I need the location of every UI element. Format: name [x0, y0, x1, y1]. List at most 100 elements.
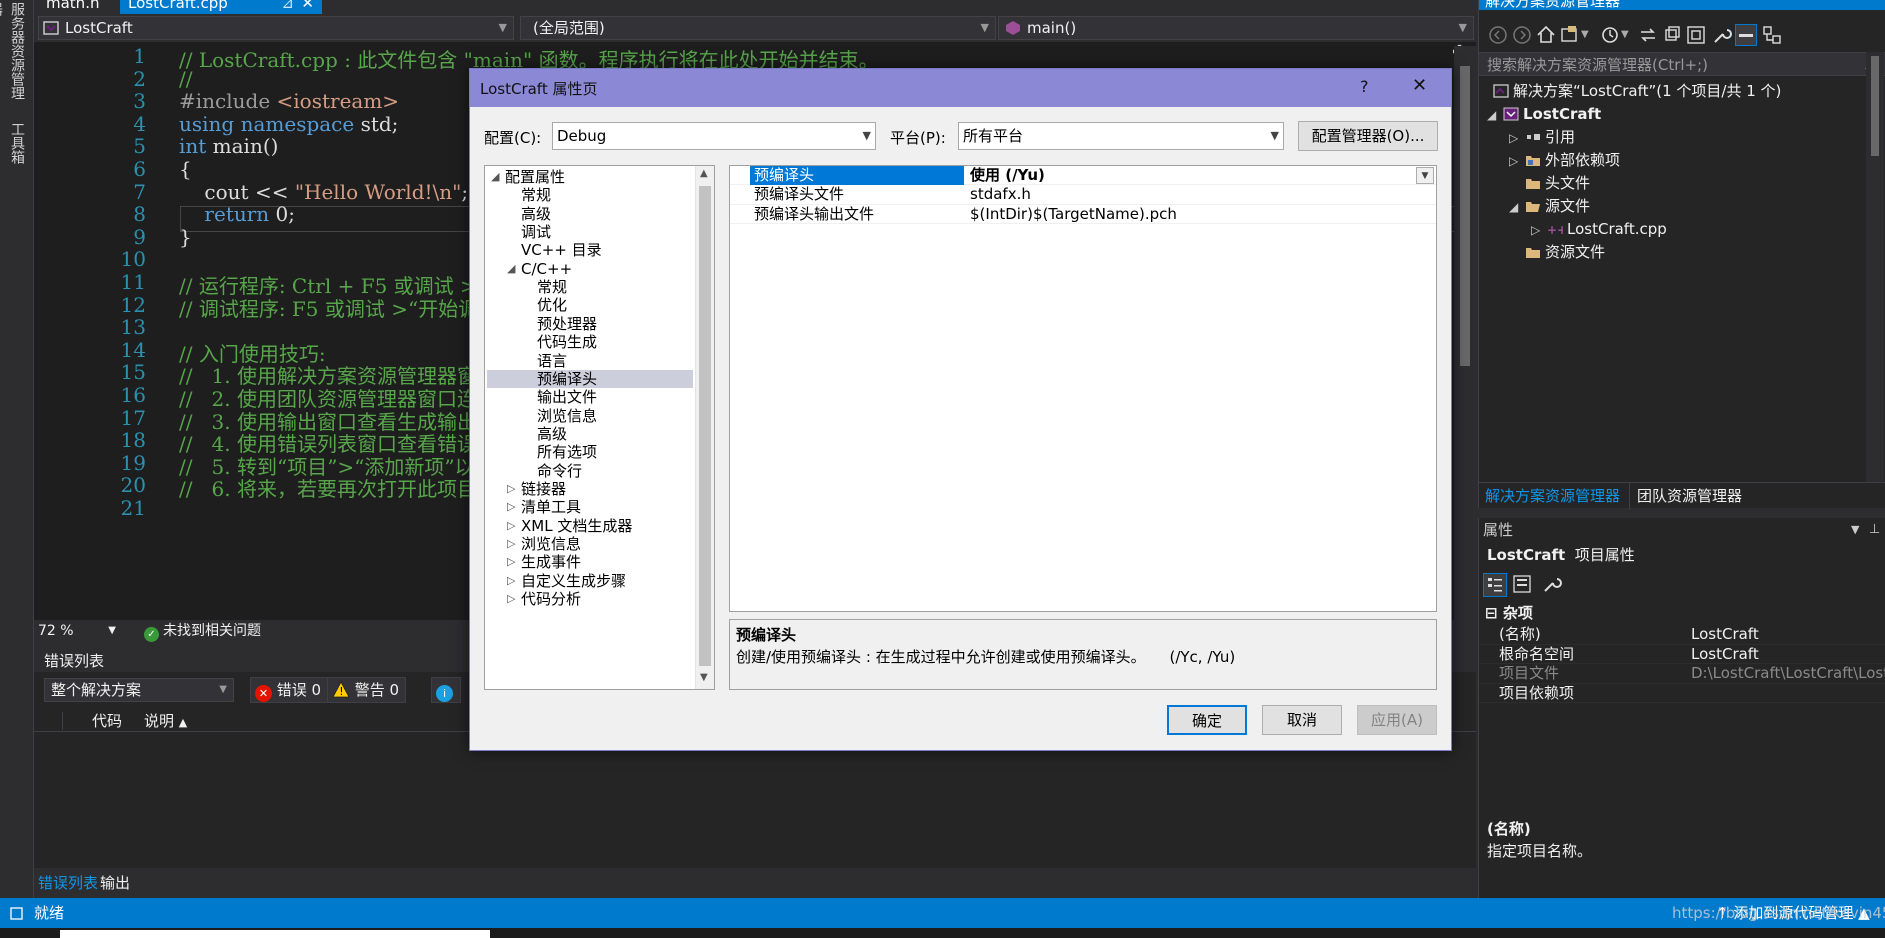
toolbox-tab[interactable]: 工具箱: [6, 122, 28, 172]
property-category-tree[interactable]: ◢ 配置属性 常规 高级 调试 VC++ 目录 ◢ C/C++ 常规 优化 预处理器 代码生成 语言 预编…: [484, 165, 715, 690]
switch-views-icon[interactable]: [1559, 24, 1581, 46]
grid-row[interactable]: 预编译头输出文件 $(IntDir)$(TargetName).pch: [730, 205, 1436, 224]
tree-item[interactable]: 预处理器: [537, 315, 597, 333]
collapsed-icon[interactable]: ▷: [507, 553, 515, 571]
config-dropdown[interactable]: Debug ▼: [552, 122, 876, 150]
tab-error-list[interactable]: 错误列表: [38, 868, 98, 898]
server-explorer-tab[interactable]: 服务器资源管理器: [0, 2, 28, 102]
pin-icon[interactable]: ⊿: [281, 0, 294, 12]
forward-icon[interactable]: [1511, 24, 1533, 46]
issues-indicator[interactable]: ✓ 未找到相关问题: [144, 622, 261, 642]
tab-solution-explorer[interactable]: 解决方案资源管理器: [1485, 483, 1620, 509]
tree-item[interactable]: ▷ 浏览信息: [507, 535, 581, 553]
property-grid[interactable]: 预编译头 使用 (/Yu) ▼ 预编译头文件 stdafx.h 预编译头输出文件 $(Int…: [729, 165, 1437, 612]
grid-row[interactable]: 预编译头文件 stdafx.h: [730, 185, 1436, 205]
messages-filter-button[interactable]: i 消: [431, 677, 461, 703]
tree-item[interactable]: ▷ 链接器: [507, 480, 566, 498]
tree-source-files[interactable]: ◢ 源文件: [1509, 195, 1590, 217]
tree-item[interactable]: ▷ 生成事件: [507, 553, 581, 571]
tree-item[interactable]: VC++ 目录: [521, 241, 602, 259]
member-dropdown[interactable]: main() ▼: [998, 16, 1474, 40]
sync-icon[interactable]: [1637, 24, 1659, 46]
tree-project[interactable]: ◢ LostCraft: [1487, 103, 1601, 125]
zoom-dropdown[interactable]: 72 % ▼: [38, 622, 116, 640]
back-icon[interactable]: [1487, 24, 1509, 46]
collapsed-icon[interactable]: ▷: [1509, 150, 1525, 172]
cancel-button[interactable]: 取消: [1262, 705, 1342, 735]
tree-item[interactable]: ▷ XML 文档生成器: [507, 517, 632, 535]
solution-search-input[interactable]: 搜索解决方案资源管理器(Ctrl+;): [1479, 52, 1885, 76]
tree-resource-files[interactable]: 资源文件: [1525, 241, 1605, 263]
grid-row-value[interactable]: stdafx.h: [966, 185, 1316, 204]
warnings-filter-button[interactable]: ! 警告 0: [327, 677, 407, 703]
refresh-icon[interactable]: [1661, 24, 1683, 46]
chevron-down-icon[interactable]: ▼: [1416, 167, 1434, 184]
tree-item[interactable]: ▷ 自定义生成步骤: [507, 572, 626, 590]
wrench-icon[interactable]: [1541, 573, 1565, 597]
collapsed-icon[interactable]: ▷: [507, 480, 515, 498]
category-misc[interactable]: ⊟ 杂项: [1479, 602, 1885, 624]
property-value[interactable]: LostCraft: [1691, 645, 1885, 665]
error-scope-dropdown[interactable]: 整个解决方案 ▼: [44, 678, 234, 702]
tree-item[interactable]: 高级: [521, 205, 551, 223]
tree-cpp-file[interactable]: ▷ ++ LostCraft.cpp: [1531, 218, 1667, 240]
expanded-icon[interactable]: ◢: [507, 260, 515, 278]
column-code[interactable]: 代码: [92, 710, 122, 732]
property-value[interactable]: D:\LostCraft\LostCraft\LostC: [1691, 664, 1885, 684]
expanded-icon[interactable]: ◢: [1509, 196, 1525, 218]
chevron-down-icon[interactable]: ▼: [1851, 518, 1859, 542]
tree-item[interactable]: ▷ 清单工具: [507, 498, 581, 516]
tree-item[interactable]: ◢ C/C++: [507, 260, 572, 278]
tree-item[interactable]: ◢ 配置属性: [491, 168, 565, 186]
errors-filter-button[interactable]: ✕ 错误 0: [250, 677, 329, 703]
scrollbar-thumb[interactable]: [1460, 66, 1470, 366]
help-button[interactable]: ?: [1360, 77, 1369, 96]
scroll-down-icon[interactable]: ▼: [700, 672, 708, 683]
tree-item[interactable]: 调试: [521, 223, 551, 241]
tree-item[interactable]: 预编译头: [487, 369, 693, 389]
grid-row[interactable]: 预编译头 使用 (/Yu) ▼: [730, 166, 1436, 186]
tree-item[interactable]: 高级: [537, 425, 567, 443]
collapsed-icon[interactable]: ▷: [507, 517, 515, 535]
column-description[interactable]: 说明 ▲: [144, 710, 187, 734]
tree-item[interactable]: 输出文件: [537, 388, 597, 406]
expanded-icon[interactable]: ◢: [1487, 104, 1503, 126]
property-row[interactable]: 项目依赖项: [1479, 684, 1885, 703]
scroll-up-icon[interactable]: ▲: [700, 168, 708, 179]
property-value[interactable]: LostCraft: [1691, 625, 1885, 645]
tree-scrollbar[interactable]: ▲ ▼: [695, 166, 714, 689]
project-dropdown[interactable]: LostCraft ▼: [38, 16, 514, 40]
collapsed-icon[interactable]: ▷: [507, 590, 515, 608]
tree-item[interactable]: 浏览信息: [537, 407, 597, 425]
tree-item[interactable]: 代码生成: [537, 333, 597, 351]
collapse-icon[interactable]: ⊟: [1479, 604, 1498, 622]
grid-row-value[interactable]: $(IntDir)$(TargetName).pch: [966, 205, 1316, 224]
scope-dropdown[interactable]: (全局范围) ▼: [520, 16, 996, 40]
pin-icon[interactable]: ⊥: [1869, 518, 1880, 542]
dialog-title-bar[interactable]: LostCraft 属性页 ? ✕: [470, 69, 1451, 107]
collapsed-icon[interactable]: ▷: [507, 572, 515, 590]
collapsed-icon[interactable]: ▷: [507, 498, 515, 516]
ok-button[interactable]: 确定: [1167, 705, 1247, 735]
tree-item[interactable]: 常规: [521, 186, 551, 204]
tree-item[interactable]: 优化: [537, 296, 567, 314]
chevron-down-icon[interactable]: ▼: [1621, 24, 1633, 46]
property-row[interactable]: (名称) LostCraft: [1479, 625, 1885, 645]
properties-wrench-icon[interactable]: [1711, 24, 1733, 46]
grid-row-value[interactable]: 使用 (/Yu): [966, 166, 1316, 185]
collapse-all-icon[interactable]: [1685, 24, 1707, 46]
collapsed-icon[interactable]: ▷: [1509, 127, 1525, 149]
pending-changes-icon[interactable]: [1599, 24, 1621, 46]
tree-header-files[interactable]: 头文件: [1525, 172, 1590, 194]
categorized-icon[interactable]: [1483, 573, 1507, 597]
scrollbar-thumb[interactable]: [1871, 56, 1879, 156]
close-button[interactable]: ✕: [1412, 75, 1427, 96]
collapsed-icon[interactable]: ▷: [1531, 219, 1547, 241]
collapsed-icon[interactable]: ▷: [507, 535, 515, 553]
scrollbar-thumb[interactable]: [699, 186, 711, 666]
tree-solution[interactable]: 解决方案“LostCraft”(1 个项目/共 1 个): [1493, 80, 1781, 102]
close-icon[interactable]: ✕: [301, 0, 314, 12]
class-view-icon[interactable]: [1761, 24, 1783, 46]
show-all-files-icon[interactable]: [1735, 24, 1757, 46]
config-manager-button[interactable]: 配置管理器(O)...: [1298, 121, 1438, 151]
